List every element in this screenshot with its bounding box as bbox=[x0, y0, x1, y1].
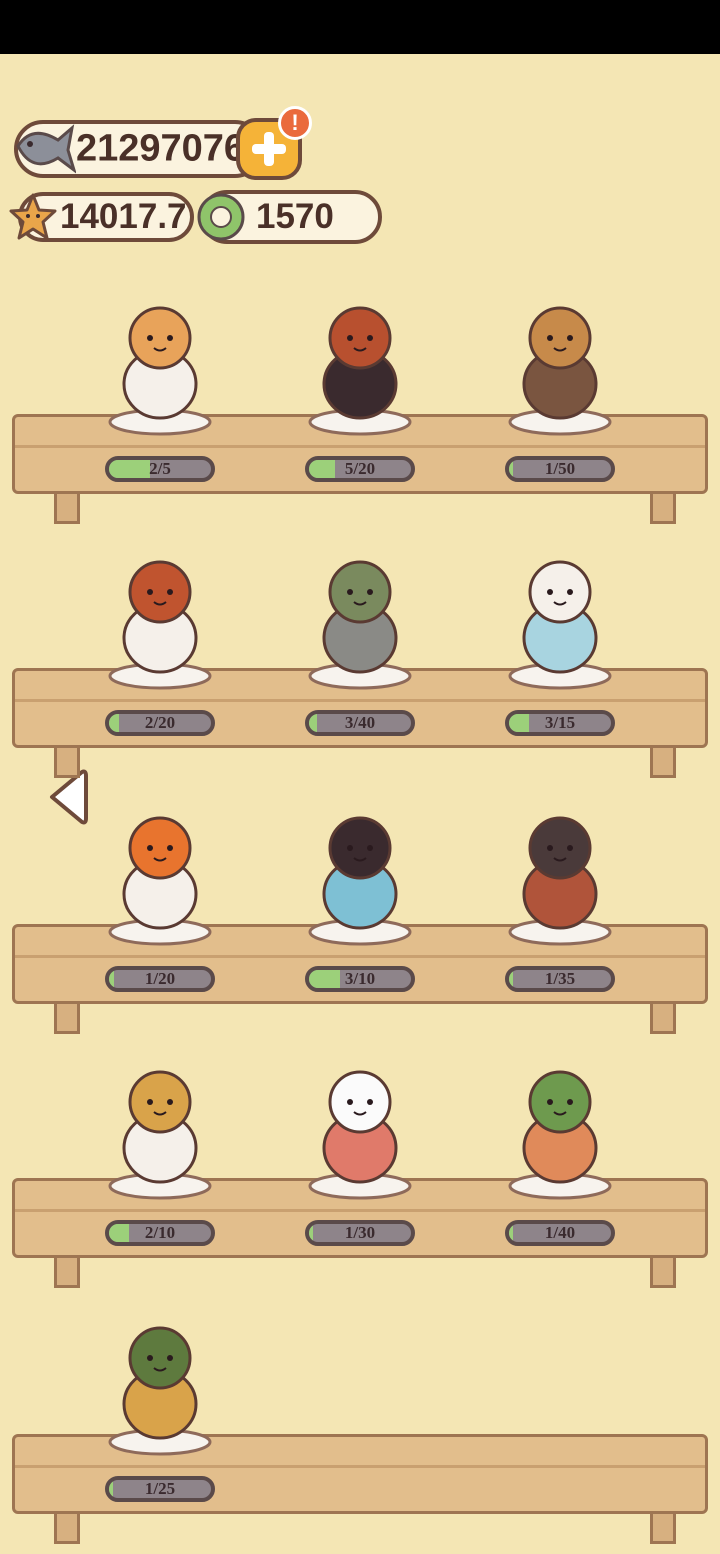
figure-penguin-tub[interactable] bbox=[290, 798, 430, 948]
shelf-leg bbox=[54, 492, 80, 524]
shelf-leg bbox=[650, 1512, 676, 1544]
figure-duck-astronaut[interactable] bbox=[290, 542, 430, 692]
progress-bar: 1/35 bbox=[505, 966, 615, 992]
progress-label: 1/25 bbox=[144, 1479, 176, 1498]
star-icon bbox=[9, 193, 57, 240]
gem-count: 1570 bbox=[256, 197, 334, 236]
star-count: 14017.7 bbox=[60, 197, 187, 236]
progress-label: 2/20 bbox=[144, 713, 176, 732]
progress-label: 2/10 bbox=[144, 1223, 176, 1242]
figure-lucky-cat-drum[interactable] bbox=[90, 288, 230, 438]
progress-label: 2/5 bbox=[149, 459, 171, 478]
figure-goose-kimono[interactable] bbox=[490, 542, 630, 692]
shelf-leg bbox=[54, 1256, 80, 1288]
progress-bar: 2/10 bbox=[105, 1220, 215, 1246]
shelf-leg bbox=[650, 492, 676, 524]
figure-frog-sunglasses[interactable] bbox=[90, 1308, 230, 1458]
shelf-leg bbox=[54, 1002, 80, 1034]
figure-dog-heart[interactable] bbox=[490, 288, 630, 438]
shelf-leg bbox=[650, 1002, 676, 1034]
progress-label: 1/35 bbox=[544, 969, 576, 988]
progress-bar: 1/25 bbox=[105, 1476, 215, 1502]
progress-bar: 3/10 bbox=[305, 966, 415, 992]
progress-bar: 2/5 bbox=[105, 456, 215, 482]
progress-bar: 3/40 bbox=[305, 710, 415, 736]
alert-badge: ! bbox=[278, 106, 312, 140]
shelf-leg bbox=[54, 1512, 80, 1544]
progress-label: 3/10 bbox=[344, 969, 376, 988]
progress-bar: 3/15 bbox=[505, 710, 615, 736]
figure-girl-red-beret[interactable] bbox=[290, 288, 430, 438]
progress-bar: 1/30 bbox=[305, 1220, 415, 1246]
progress-bar: 1/40 bbox=[505, 1220, 615, 1246]
gem-icon bbox=[197, 193, 245, 241]
shelf-leg bbox=[650, 1256, 676, 1288]
fish-count: 21297076 bbox=[76, 127, 246, 170]
progress-bar: 2/20 bbox=[105, 710, 215, 736]
progress-label: 1/20 bbox=[144, 969, 176, 988]
shelf-leg bbox=[54, 746, 80, 778]
progress-label: 3/40 bbox=[344, 713, 376, 732]
fish-icon bbox=[16, 124, 76, 174]
figure-shiba-uniform[interactable] bbox=[490, 798, 630, 948]
progress-label: 1/40 bbox=[544, 1223, 576, 1242]
status-bar bbox=[0, 0, 720, 54]
figure-dog-racecar[interactable] bbox=[90, 542, 230, 692]
figure-fox-staff[interactable] bbox=[90, 798, 230, 948]
progress-label: 1/30 bbox=[344, 1223, 376, 1242]
progress-bar: 1/20 bbox=[105, 966, 215, 992]
figure-bear-god-of-wealth[interactable] bbox=[90, 1052, 230, 1202]
progress-bar: 1/50 bbox=[505, 456, 615, 482]
progress-bar: 5/20 bbox=[305, 456, 415, 482]
progress-label: 3/15 bbox=[544, 713, 576, 732]
progress-label: 5/20 bbox=[344, 459, 376, 478]
figure-frog-drink[interactable] bbox=[490, 1052, 630, 1202]
progress-label: 1/50 bbox=[544, 459, 576, 478]
figure-white-dog-bag[interactable] bbox=[290, 1052, 430, 1202]
shelf-leg bbox=[650, 746, 676, 778]
